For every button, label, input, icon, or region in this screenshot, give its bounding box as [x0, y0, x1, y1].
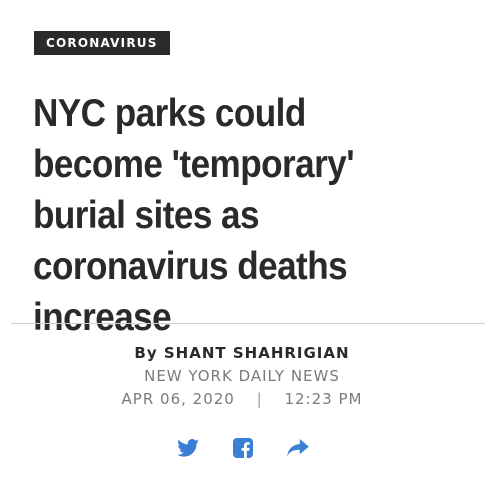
share-facebook-button[interactable]	[231, 436, 255, 460]
author-link[interactable]: SHANT SHAHRIGIAN	[164, 344, 350, 362]
byline-prefix: By	[134, 344, 158, 362]
byline: By SHANT SHAHRIGIAN	[0, 344, 490, 362]
dateline: APR 06, 2020 | 12:23 PM	[0, 390, 490, 408]
share-link-button[interactable]	[286, 436, 310, 460]
header-divider	[11, 323, 485, 324]
twitter-icon	[177, 439, 199, 457]
publish-date: APR 06, 2020	[121, 390, 235, 408]
publish-time: 12:23 PM	[284, 390, 363, 408]
share-bar	[176, 436, 310, 460]
facebook-icon	[233, 438, 253, 458]
section-tag-coronavirus[interactable]: CORONAVIRUS	[34, 31, 170, 55]
share-twitter-button[interactable]	[176, 436, 200, 460]
publication-name: NEW YORK DAILY NEWS	[144, 367, 340, 385]
article-headline: NYC parks could become 'temporary' buria…	[33, 92, 355, 339]
date-time-separator: |	[256, 390, 263, 408]
share-arrow-icon	[287, 439, 309, 457]
